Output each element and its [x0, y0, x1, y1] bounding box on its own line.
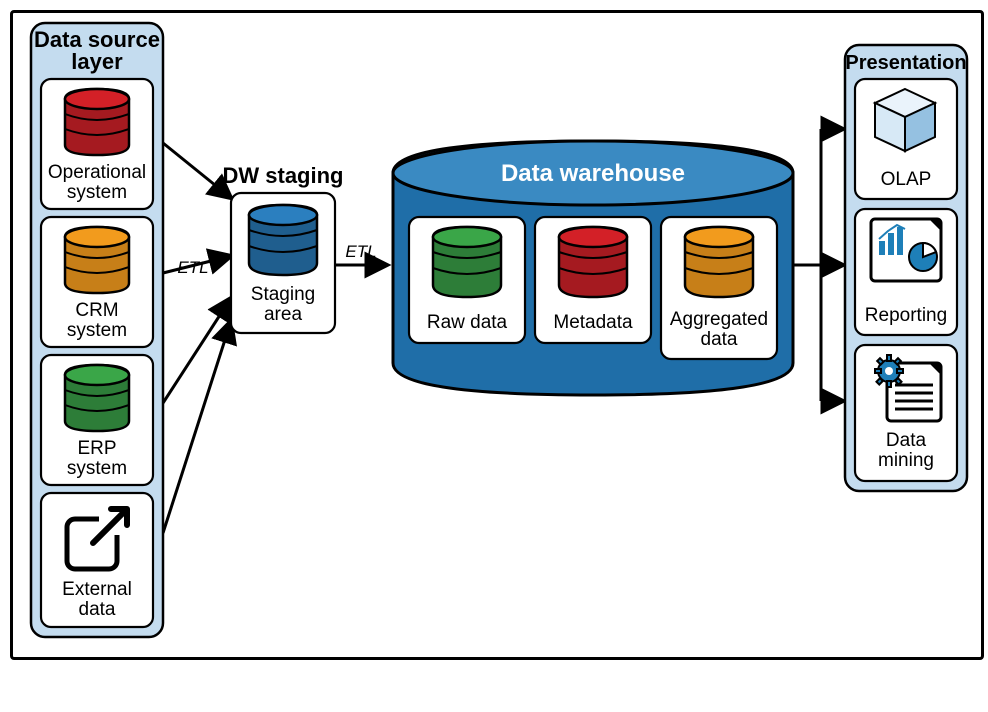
panel-title-warehouse: Data warehouse: [501, 160, 685, 187]
label-raw: Raw data: [427, 312, 508, 333]
panel-presentation: Presentation OLAP: [845, 45, 967, 491]
card-aggregated-data: Aggregated data: [661, 217, 777, 359]
label-operational-2: system: [67, 182, 127, 203]
card-olap: OLAP: [855, 79, 957, 199]
arrows-warehouse-to-presentation: [794, 129, 843, 401]
label-external-2: data: [79, 599, 116, 620]
card-operational-system: Operational system: [41, 79, 153, 209]
db-icon-orange: [65, 227, 129, 293]
card-data-mining: Data mining: [855, 345, 957, 481]
card-metadata: Metadata: [535, 217, 651, 343]
label-erp-1: ERP: [77, 438, 116, 459]
db-icon-orange-agg: [685, 227, 753, 297]
panel-title-presentation: Presentation: [845, 52, 966, 74]
group-dw-staging: DW staging Staging area: [223, 163, 344, 333]
label-agg-2: data: [701, 329, 738, 350]
label-erp-2: system: [67, 458, 127, 479]
db-icon-red: [65, 89, 129, 155]
card-reporting: Reporting: [855, 209, 957, 335]
label-mining-2: mining: [878, 450, 934, 471]
label-mining-1: Data: [886, 430, 927, 451]
label-olap: OLAP: [881, 169, 932, 190]
label-meta: Metadata: [553, 312, 633, 333]
label-agg-1: Aggregated: [670, 309, 768, 330]
card-raw-data: Raw data: [409, 217, 525, 343]
card-erp-system: ERP system: [41, 355, 153, 485]
card-crm-system: CRM system: [41, 217, 153, 347]
label-staging-1: Staging: [251, 284, 315, 305]
db-icon-blue-staging: [249, 205, 317, 275]
panel-data-source-layer: Data source layer Operational system: [31, 23, 163, 637]
panel-title-staging: DW staging: [223, 163, 344, 188]
label-reporting: Reporting: [865, 305, 947, 326]
etl-label-1: ETL: [177, 258, 208, 277]
panel-data-warehouse: Data warehouse Raw data: [393, 141, 793, 395]
card-external-data: External data: [41, 493, 153, 627]
label-staging-2: area: [264, 304, 302, 325]
label-crm-1: CRM: [75, 300, 118, 321]
panel-title-source-2: layer: [71, 49, 123, 74]
report-icon: [871, 219, 941, 281]
label-operational-1: Operational: [48, 162, 146, 183]
cube-icon: [875, 89, 935, 151]
db-icon-green: [65, 365, 129, 431]
db-icon-green-raw: [433, 227, 501, 297]
label-crm-2: system: [67, 320, 127, 341]
arrows-source-to-staging: [163, 143, 231, 533]
label-external-1: External: [62, 579, 132, 600]
etl-label-2: ETL: [345, 242, 376, 261]
db-icon-red-meta: [559, 227, 627, 297]
